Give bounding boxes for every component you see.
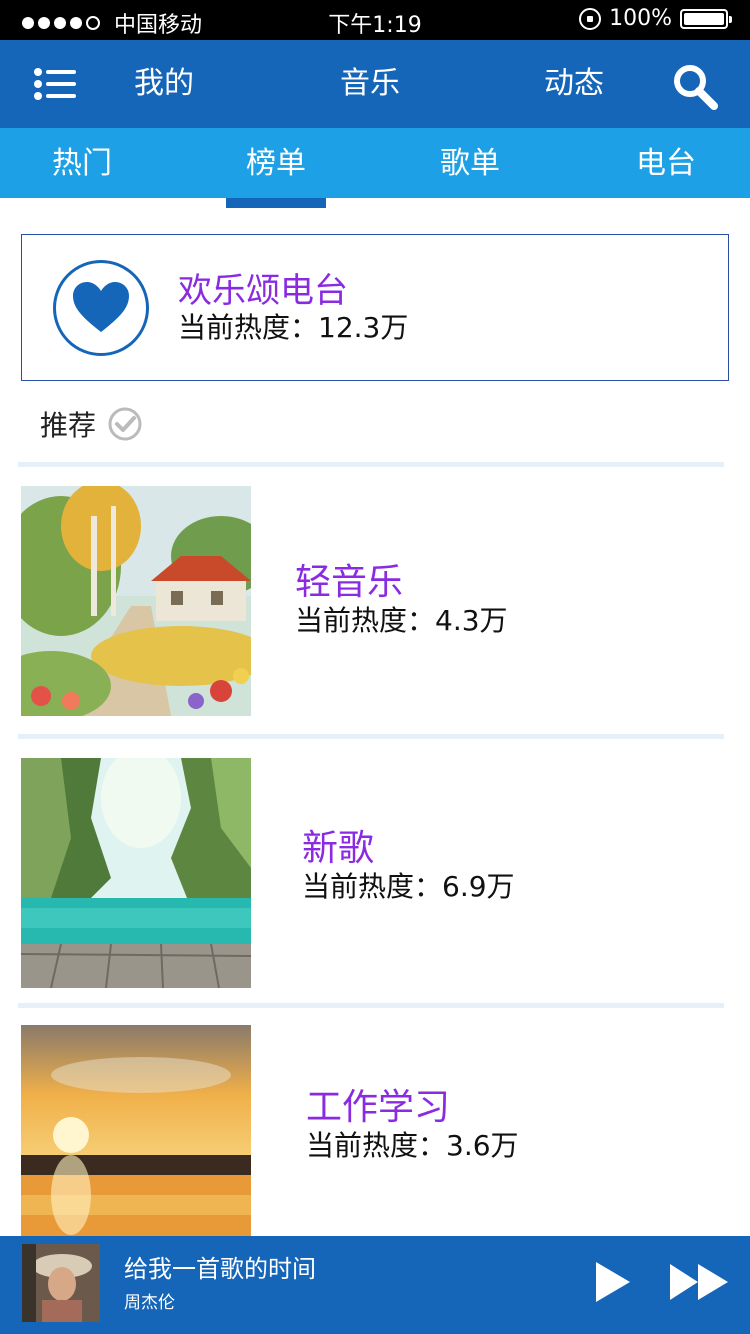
nav-feed[interactable]: 动态 <box>544 64 604 104</box>
heart-icon <box>53 260 149 356</box>
status-right: 100% <box>579 6 732 31</box>
search-icon[interactable] <box>670 62 720 112</box>
menu-icon[interactable] <box>34 64 78 104</box>
tab-playlists[interactable]: 歌单 <box>440 144 500 184</box>
recommend-label: 推荐 <box>40 409 97 442</box>
item-heat: 当前热度：3.6万 <box>306 1129 519 1162</box>
list-item[interactable]: 轻音乐 当前热度：4.3万 <box>21 486 721 716</box>
sunset-lake-thumbnail <box>21 1025 251 1255</box>
item-title: 工作学习 <box>306 1087 451 1128</box>
battery-percent: 100% <box>609 6 672 31</box>
app-screen: 中国移动 下午1:19 100% 我的 音乐 动态 热门 榜单 歌单 电台 欢乐… <box>0 0 750 1334</box>
item-heat: 当前热度：6.9万 <box>302 870 515 903</box>
sub-tabs: 热门 榜单 歌单 电台 <box>0 128 750 198</box>
divider <box>18 1003 724 1008</box>
item-title: 轻音乐 <box>295 562 404 603</box>
list-item[interactable]: 工作学习 当前热度：3.6万 <box>21 1025 721 1255</box>
play-icon[interactable] <box>592 1260 632 1304</box>
divider <box>18 462 724 467</box>
recommend-header: 推荐 <box>40 402 142 446</box>
artist-name: 周杰伦 <box>124 1293 175 1313</box>
nav-music[interactable]: 音乐 <box>340 64 400 104</box>
check-circle-icon <box>108 407 142 441</box>
song-title: 给我一首歌的时间 <box>124 1255 316 1283</box>
battery-icon <box>680 8 732 29</box>
active-tab-indicator <box>226 198 326 208</box>
item-title: 新歌 <box>302 828 375 869</box>
featured-heat: 当前热度：12.3万 <box>178 311 409 344</box>
top-nav: 我的 音乐 动态 <box>0 40 750 128</box>
tab-hot[interactable]: 热门 <box>52 144 112 184</box>
album-art[interactable] <box>22 1244 100 1322</box>
mini-player[interactable]: 给我一首歌的时间 周杰伦 <box>0 1236 750 1334</box>
featured-title: 欢乐颂电台 <box>178 271 348 311</box>
nav-mine[interactable]: 我的 <box>134 64 194 104</box>
status-bar: 中国移动 下午1:19 100% <box>0 0 750 40</box>
rotation-lock-icon <box>579 7 602 30</box>
item-heat: 当前热度：4.3万 <box>295 604 508 637</box>
tab-radio[interactable]: 电台 <box>636 144 696 184</box>
fast-forward-icon[interactable] <box>668 1260 730 1304</box>
cottage-painting-thumbnail <box>21 486 251 716</box>
divider <box>18 734 724 739</box>
list-item[interactable]: 新歌 当前热度：6.9万 <box>21 758 721 988</box>
tab-charts[interactable]: 榜单 <box>246 144 306 184</box>
featured-radio-card[interactable]: 欢乐颂电台 当前热度：12.3万 <box>21 234 729 381</box>
lagoon-cliffs-thumbnail <box>21 758 251 988</box>
